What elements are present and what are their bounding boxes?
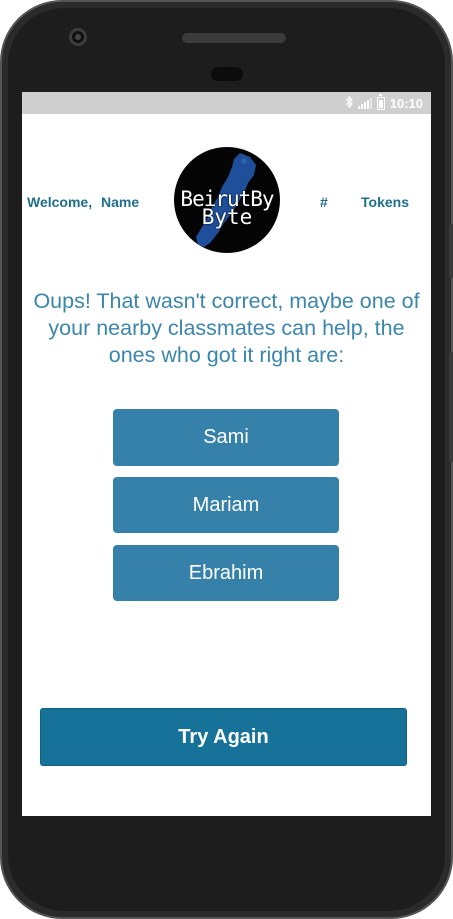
logo-text-line2: Byte (201, 205, 253, 229)
token-count: # (320, 194, 328, 210)
classmate-button-ebrahim[interactable]: Ebrahim (113, 545, 339, 601)
signal-icon (357, 97, 372, 109)
app-screen: 10:10 Welcome, Name BeirutBy Byte # Toke… (22, 92, 431, 816)
power-button (449, 224, 453, 278)
earpiece-speaker (182, 33, 286, 43)
try-again-button[interactable]: Try Again (40, 708, 407, 766)
battery-icon (376, 93, 385, 110)
phone-frame: 10:10 Welcome, Name BeirutBy Byte # Toke… (0, 0, 453, 919)
header: Welcome, Name BeirutBy Byte # Tokens (22, 147, 431, 253)
classmate-button-mariam[interactable]: Mariam (113, 477, 339, 533)
user-name: Name (101, 194, 140, 210)
beirut-by-byte-logo: BeirutBy Byte (174, 147, 280, 253)
front-camera (69, 28, 87, 46)
result-message: Oups! That wasn't correct, maybe one of … (33, 289, 420, 367)
bluetooth-icon (345, 95, 353, 110)
welcome-text: Welcome, Name (27, 194, 139, 210)
status-bar: 10:10 (22, 92, 431, 114)
volume-button (449, 352, 453, 462)
classmate-button-sami[interactable]: Sami (113, 409, 339, 466)
status-time: 10:10 (389, 95, 423, 111)
tokens-label: Tokens (361, 194, 409, 210)
proximity-sensor (211, 67, 243, 81)
welcome-word: Welcome, (27, 194, 93, 210)
